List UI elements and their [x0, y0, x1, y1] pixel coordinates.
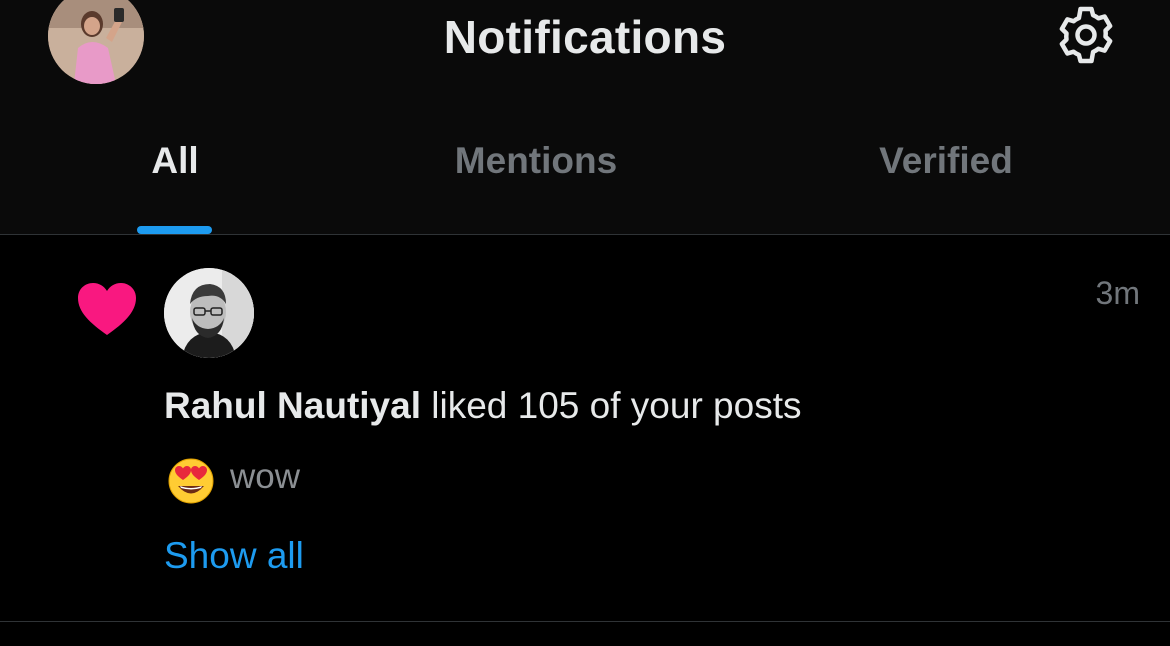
show-all-link[interactable]: Show all	[164, 535, 304, 577]
heart-eyes-emoji-icon	[168, 458, 214, 504]
user-photo-icon	[164, 268, 254, 358]
header: Notifications All Mentions Verified	[0, 0, 1170, 235]
notification-item[interactable]: 3m Rahul Nautiyal liked 105 of your post…	[0, 235, 1170, 621]
user-avatar[interactable]	[164, 268, 254, 358]
tab-verified[interactable]: Verified	[796, 140, 1096, 182]
notification-text: Rahul Nautiyal liked 105 of your posts	[164, 385, 802, 427]
tab-mentions[interactable]: Mentions	[386, 140, 686, 182]
action-text: liked 105 of your posts	[421, 385, 802, 426]
post-text: wow	[230, 457, 301, 496]
tab-all[interactable]: All	[100, 140, 250, 182]
user-name[interactable]: Rahul Nautiyal	[164, 385, 421, 426]
gear-icon[interactable]	[1054, 3, 1118, 67]
heart-icon	[78, 283, 136, 335]
active-tab-indicator	[137, 226, 212, 234]
divider	[0, 621, 1170, 622]
page-title: Notifications	[443, 11, 727, 63]
notifications-page: Notifications All Mentions Verified 3m R…	[0, 0, 1170, 646]
timestamp: 3m	[1095, 275, 1140, 311]
notification-tabs: All Mentions Verified	[0, 140, 1170, 235]
